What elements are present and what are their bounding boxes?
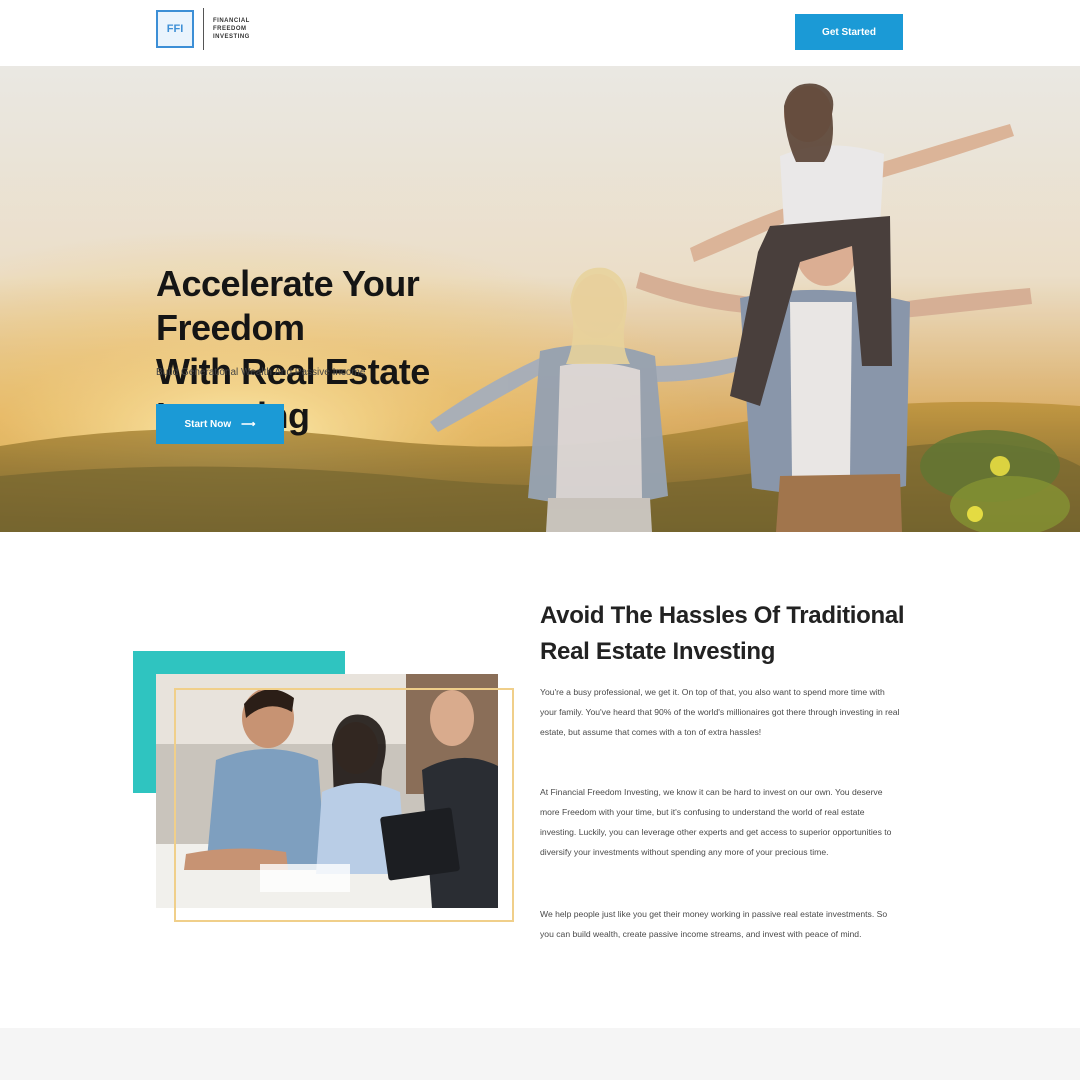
- arrow-right-icon: ⟶: [241, 418, 256, 430]
- logo-mark: FFI: [156, 10, 194, 48]
- paragraph: At Financial Freedom Investing, we know …: [540, 787, 892, 857]
- section-title: Avoid The Hassles Of Traditional Real Es…: [540, 598, 920, 670]
- logo-divider: [203, 8, 204, 50]
- paragraph: We help people just like you get their m…: [540, 909, 888, 939]
- site-header: FFI FINANCIAL FREEDOM INVESTING Get Star…: [0, 0, 1080, 66]
- hero-section: Accelerate Your Freedom With Real Estate…: [0, 66, 1080, 532]
- next-section-band: [0, 1028, 1080, 1080]
- hero-subtitle: Build Generational Wealth And Passive In…: [156, 367, 366, 378]
- about-section: Avoid The Hassles Of Traditional Real Es…: [0, 532, 1080, 1028]
- section-title-line-2: Real Estate Investing: [540, 638, 776, 665]
- section-title-line-1: Avoid The Hassles Of Traditional: [540, 602, 905, 629]
- start-now-label: Start Now: [184, 418, 232, 430]
- start-now-button[interactable]: Start Now ⟶: [156, 404, 284, 444]
- get-started-button[interactable]: Get Started: [795, 14, 903, 50]
- gold-photo-frame: [174, 688, 514, 922]
- logo[interactable]: FFI FINANCIAL FREEDOM INVESTING: [156, 8, 277, 50]
- logo-text: FINANCIAL FREEDOM INVESTING: [213, 18, 250, 40]
- paragraph: You're a busy professional, we get it. O…: [540, 687, 900, 737]
- hero-title-line-1: Accelerate Your Freedom: [156, 263, 420, 348]
